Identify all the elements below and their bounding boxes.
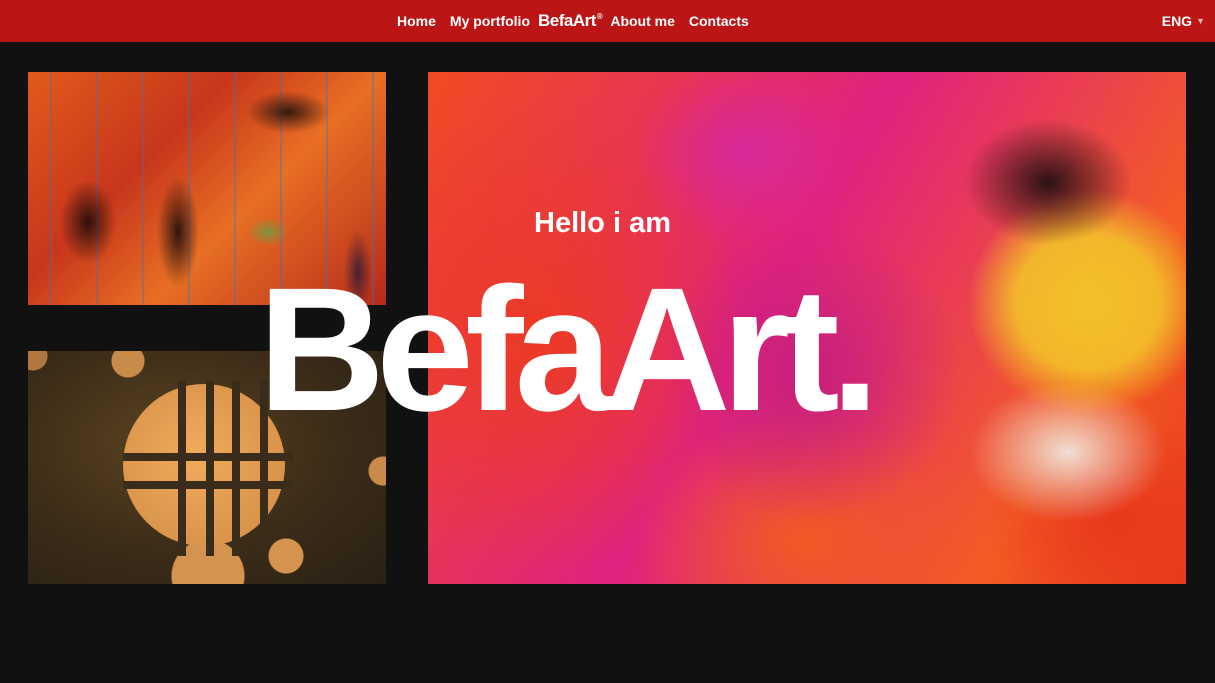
- painting-bar: [123, 453, 293, 461]
- nav-logo[interactable]: BefaArt®: [538, 11, 603, 31]
- top-navbar: Home My portfolio BefaArt® About me Cont…: [0, 0, 1215, 42]
- nav-portfolio-link[interactable]: My portfolio: [450, 13, 530, 29]
- painting-bar: [123, 481, 293, 489]
- hero-title: BefaArt.: [258, 252, 880, 448]
- painting-bar: [178, 381, 186, 556]
- painting-bar: [206, 381, 214, 556]
- chevron-down-icon: ▼: [1196, 16, 1205, 26]
- painting-bar: [232, 381, 240, 556]
- hero-greeting: Hello i am: [534, 207, 671, 239]
- registered-mark: ®: [596, 12, 603, 21]
- main-nav: Home My portfolio BefaArt® About me Cont…: [397, 0, 749, 42]
- language-label: ENG: [1161, 13, 1193, 29]
- nav-logo-text: BefaArt: [538, 11, 596, 30]
- nav-about-link[interactable]: About me: [610, 13, 675, 29]
- nav-home-link[interactable]: Home: [397, 13, 436, 29]
- language-selector[interactable]: ENG ▼: [1162, 0, 1205, 42]
- nav-contacts-link[interactable]: Contacts: [689, 13, 749, 29]
